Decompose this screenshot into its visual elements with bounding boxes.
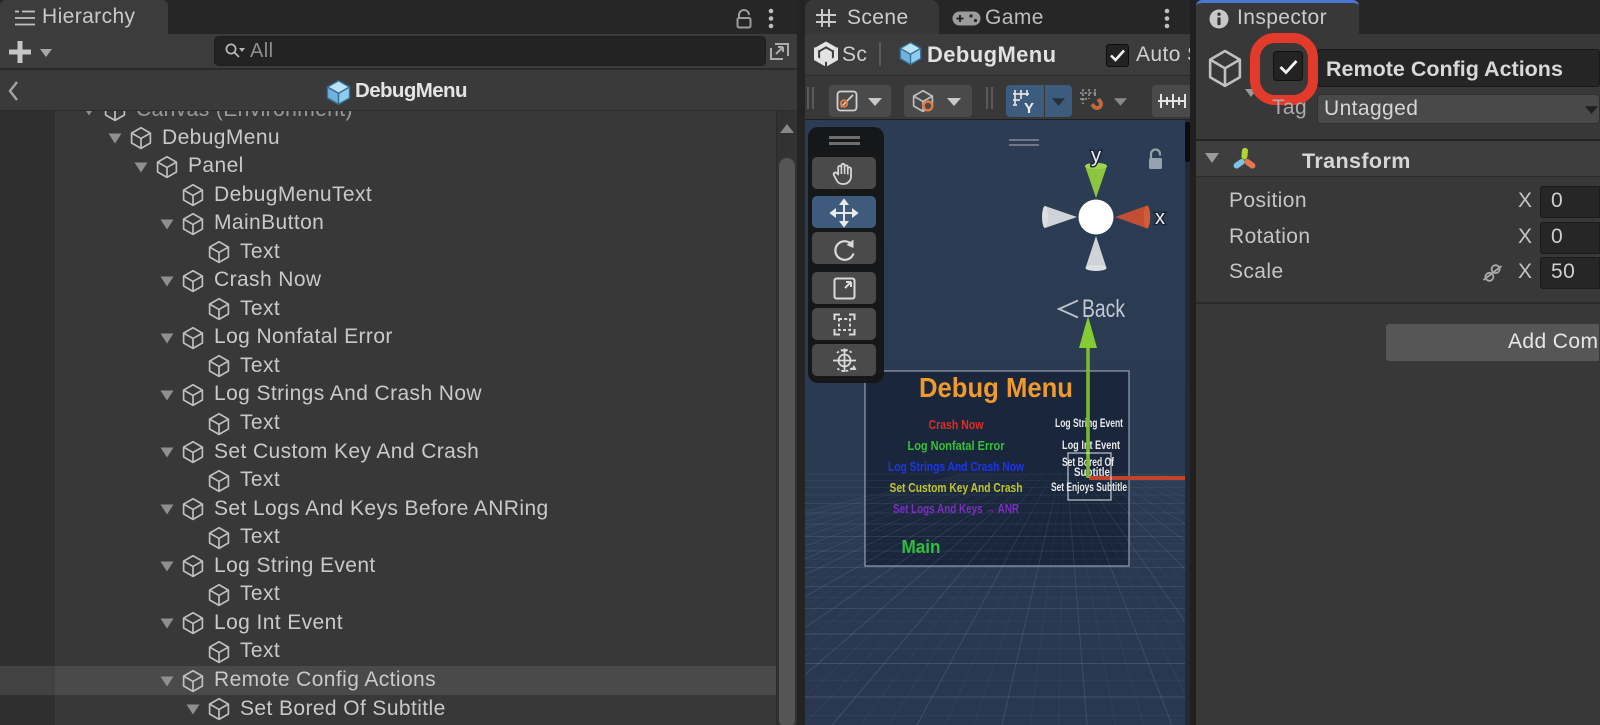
- svg-text:y: y: [1091, 145, 1101, 167]
- svg-text:Y: Y: [1024, 100, 1034, 117]
- svg-text:x: x: [1155, 207, 1165, 229]
